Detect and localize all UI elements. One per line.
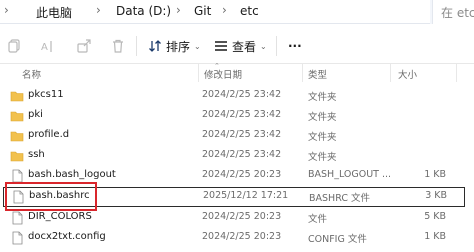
file-icon — [12, 231, 23, 245]
file-type: 文件夹 — [308, 132, 337, 143]
search-input[interactable]: 在 etc — [432, 0, 474, 24]
more-options-button[interactable]: ··· — [288, 34, 302, 58]
file-name: profile.d — [28, 129, 70, 140]
sort-button[interactable]: 排序 ⌄ — [148, 34, 201, 58]
column-divider[interactable] — [456, 64, 457, 82]
command-bar: A 排序 ⌄ 查看 ⌄ ··· — [0, 28, 474, 64]
file-icon — [12, 211, 23, 225]
chevron-right-icon: › — [4, 3, 9, 17]
chevron-down-icon: ⌄ — [194, 41, 201, 51]
file-size: 1 KB — [424, 231, 446, 242]
file-name: pkcs11 — [28, 89, 64, 100]
column-name[interactable]: 名称 — [22, 67, 41, 81]
chevron-right-icon: › — [222, 3, 227, 17]
folder-icon — [10, 111, 24, 122]
column-divider[interactable] — [302, 64, 303, 82]
file-icon — [12, 169, 23, 183]
file-date: 2024/2/25 23:42 — [202, 109, 282, 120]
column-type[interactable]: 类型 — [308, 67, 327, 81]
share-icon[interactable] — [76, 38, 92, 54]
file-date: 2025/12/12 17:21 — [203, 190, 289, 201]
folder-icon — [10, 131, 24, 142]
column-divider[interactable] — [390, 64, 391, 82]
search-placeholder: 在 etc — [441, 6, 474, 20]
column-size[interactable]: 大小 — [398, 67, 417, 81]
column-date[interactable]: 修改日期 — [204, 67, 242, 81]
column-divider[interactable] — [198, 64, 199, 82]
list-item[interactable]: DIR_COLORS 2024/2/25 20:23 文件 5 KB — [0, 208, 474, 228]
sort-arrows-icon — [149, 40, 161, 52]
file-name: DIR_COLORS — [28, 211, 92, 222]
file-name: bash.bash_logout — [28, 169, 116, 180]
file-type: BASHRC 文件 — [309, 193, 370, 204]
highlight-box — [5, 182, 97, 211]
chevron-right-icon: › — [96, 3, 101, 17]
file-type: 文件夹 — [308, 152, 337, 163]
folder-icon — [10, 91, 24, 102]
file-size: 5 KB — [424, 211, 446, 222]
file-date: 2024/2/25 20:23 — [202, 231, 282, 242]
list-item[interactable]: pkcs11 2024/2/25 23:42 文件夹 — [0, 86, 474, 106]
more-icon: ··· — [288, 39, 302, 53]
list-item[interactable]: docx2txt.config 2024/2/25 20:23 CONFIG 文… — [0, 228, 474, 248]
file-date: 2024/2/25 20:23 — [202, 169, 282, 180]
file-type: 文件夹 — [308, 92, 337, 103]
folder-icon — [10, 151, 24, 162]
file-type: CONFIG 文件 — [308, 234, 367, 245]
rename-icon[interactable]: A — [40, 38, 56, 54]
breadcrumb-this-pc[interactable]: 此电脑 — [36, 4, 72, 21]
chevron-down-icon: ⌄ — [260, 41, 267, 51]
file-size: 1 KB — [424, 169, 446, 180]
copy-icon[interactable] — [6, 38, 22, 54]
breadcrumb-git[interactable]: Git — [194, 4, 211, 18]
breadcrumb-etc[interactable]: etc — [240, 4, 259, 18]
toolbar-divider — [136, 36, 137, 56]
view-button[interactable]: 查看 ⌄ — [214, 34, 267, 58]
file-name: docx2txt.config — [28, 231, 106, 242]
file-date: 2024/2/25 23:42 — [202, 89, 282, 100]
breadcrumb-data-drive[interactable]: Data (D:) — [116, 4, 171, 18]
file-date: 2024/2/25 23:42 — [202, 129, 282, 140]
chevron-right-icon: › — [176, 3, 181, 17]
list-item[interactable]: profile.d 2024/2/25 23:42 文件夹 — [0, 126, 474, 146]
view-label: 查看 — [232, 39, 257, 54]
file-date: 2024/2/25 20:23 — [202, 211, 282, 222]
toolbar-divider — [276, 36, 277, 56]
list-item[interactable]: ssh 2024/2/25 23:42 文件夹 — [0, 146, 474, 166]
sort-label: 排序 — [166, 39, 191, 54]
svg-text:A: A — [41, 42, 48, 53]
file-size: 3 KB — [425, 190, 447, 201]
list-item[interactable]: pki 2024/2/25 23:42 文件夹 — [0, 106, 474, 126]
column-header: 名称 修改日期 类型 大小 — [0, 64, 474, 82]
file-name: ssh — [28, 149, 45, 160]
file-type: 文件夹 — [308, 112, 337, 123]
address-bar: › 此电脑 › Data (D:) › Git › etc 在 etc — [0, 0, 474, 24]
delete-icon[interactable] — [110, 38, 126, 54]
file-type: 文件 — [308, 214, 328, 225]
breadcrumb[interactable]: › 此电脑 › Data (D:) › Git › etc — [0, 0, 430, 24]
file-type: BASH_LOGOUT ... — [308, 169, 392, 180]
file-date: 2024/2/25 23:42 — [202, 149, 282, 160]
view-list-icon — [215, 41, 227, 51]
file-name: pki — [28, 109, 43, 120]
